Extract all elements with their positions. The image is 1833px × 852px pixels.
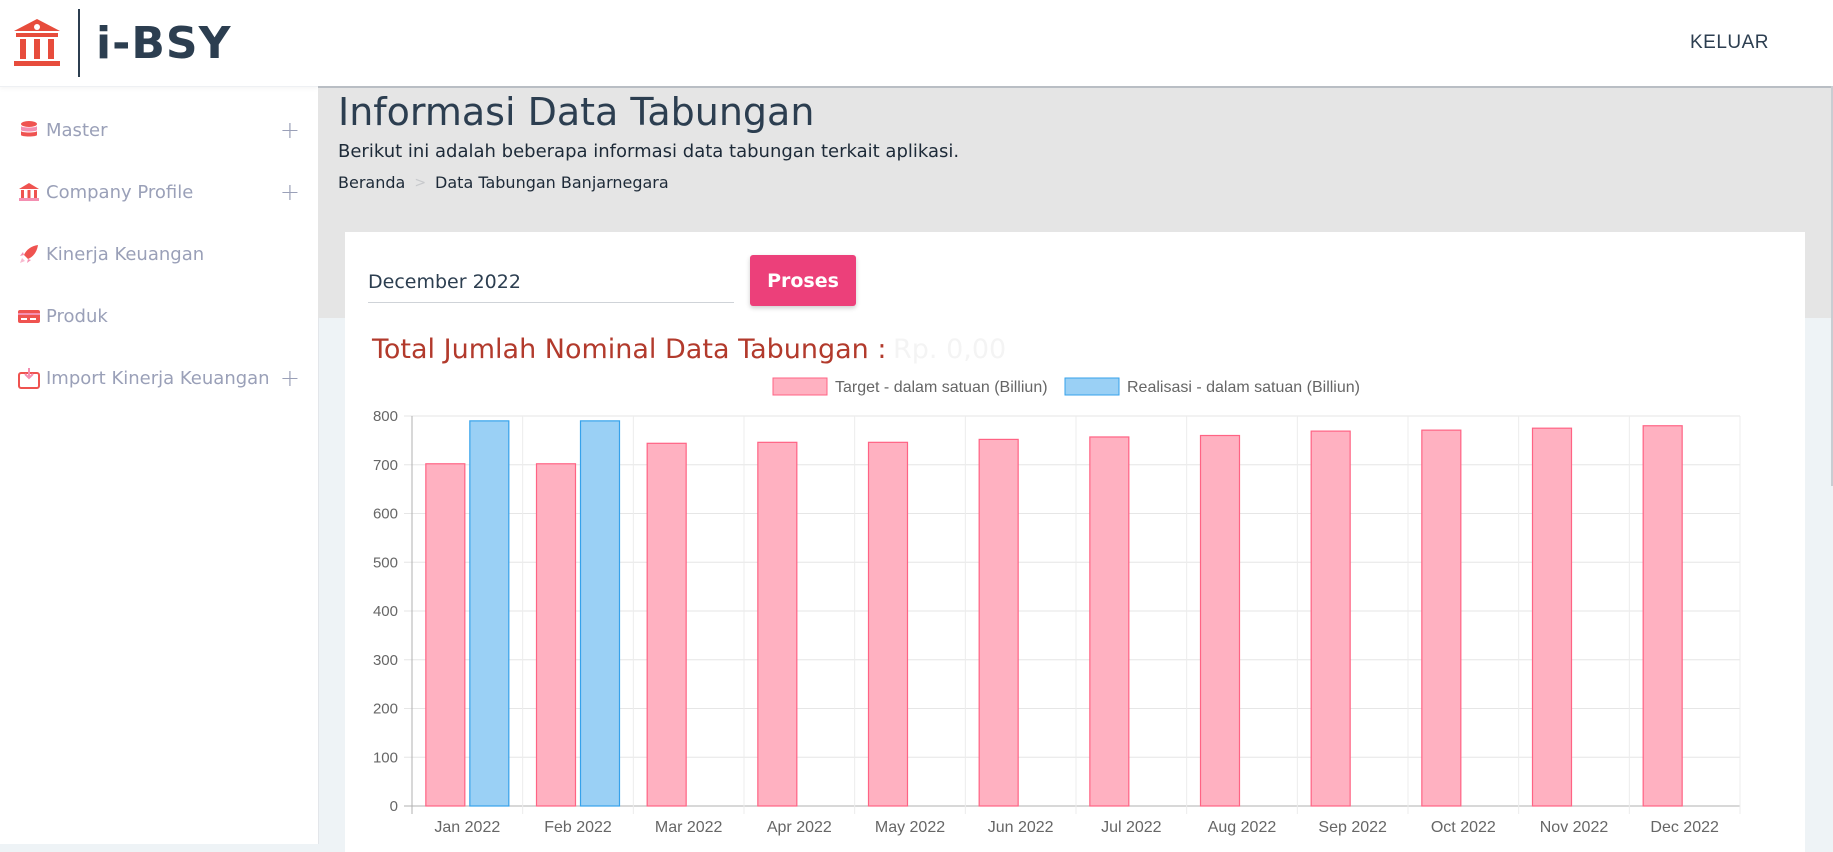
bar-target <box>1531 427 1573 807</box>
y-tick-label: 500 <box>373 554 398 571</box>
bank-icon <box>18 181 40 203</box>
bar-target <box>757 441 798 807</box>
x-tick-label: Oct 2022 <box>1431 819 1496 836</box>
legend-label: Realisasi - dalam satuan (Billiun) <box>1127 379 1360 396</box>
bar-target <box>646 442 687 807</box>
x-tick-label: Aug 2022 <box>1208 819 1277 836</box>
y-tick-label: 100 <box>373 749 398 766</box>
breadcrumb: Beranda > Data Tabungan Banjarnegara <box>338 173 669 192</box>
x-tick-label: Sep 2022 <box>1318 819 1387 836</box>
x-tick-label: Feb 2022 <box>544 819 612 836</box>
y-tick-label: 400 <box>373 603 398 620</box>
card-icon <box>18 305 40 327</box>
bar-target <box>1089 436 1130 807</box>
period-input[interactable] <box>368 262 734 303</box>
sidebar-item-label: Produk <box>46 305 108 327</box>
breadcrumb-separator: > <box>414 174 427 191</box>
bar-target <box>1310 430 1351 807</box>
sidebar-item-master[interactable]: Master + <box>0 99 318 161</box>
brand[interactable]: i-BSY <box>0 0 318 87</box>
bar-realisasi <box>579 420 621 807</box>
total-label: Total Jumlah Nominal Data Tabungan : <box>372 334 887 365</box>
bar-target <box>1421 429 1462 807</box>
x-tick-label: Dec 2022 <box>1650 819 1719 836</box>
proses-button[interactable]: Proses <box>750 255 856 306</box>
y-tick-label: 300 <box>373 652 398 669</box>
sidebar-item-produk[interactable]: Produk <box>0 285 318 347</box>
sidebar: i-BSY Master + Company Profile + Kinerja… <box>0 0 319 844</box>
sidebar-item-label: Master <box>46 119 108 141</box>
x-tick-label: Jan 2022 <box>434 819 500 836</box>
x-tick-label: Nov 2022 <box>1540 819 1609 836</box>
x-tick-label: Apr 2022 <box>767 819 832 836</box>
logout-link[interactable]: KELUAR <box>1690 32 1769 54</box>
bar-target <box>425 463 466 807</box>
sidebar-item-kinerja-keuangan[interactable]: Kinerja Keuangan <box>0 223 318 285</box>
sidebar-item-label: Kinerja Keuangan <box>46 243 205 265</box>
bar-target <box>1199 434 1241 807</box>
brand-name: i-BSY <box>96 17 232 69</box>
x-tick-label: Jun 2022 <box>988 819 1054 836</box>
brand-divider <box>78 9 80 77</box>
expand-icon[interactable]: + <box>280 366 300 390</box>
total-value: Rp. 0,00 <box>893 334 1007 365</box>
y-tick-label: 600 <box>373 506 398 523</box>
legend-swatch <box>772 377 828 396</box>
x-tick-label: Mar 2022 <box>655 819 723 836</box>
bar-target <box>535 463 577 807</box>
topbar: KELUAR <box>318 0 1833 88</box>
expand-icon[interactable]: + <box>280 118 300 142</box>
x-tick-label: Jul 2022 <box>1101 819 1162 836</box>
bar-target <box>867 441 909 807</box>
rocket-icon <box>18 243 40 265</box>
bar-target <box>1642 425 1683 807</box>
legend-label: Target - dalam satuan (Billiun) <box>835 379 1048 396</box>
bar-chart: Target - dalam satuan (Billiun) Realisasi… <box>345 372 1805 844</box>
database-icon <box>18 119 40 141</box>
breadcrumb-home[interactable]: Beranda <box>338 173 405 192</box>
expand-icon[interactable]: + <box>280 180 300 204</box>
breadcrumb-current: Data Tabungan Banjarnegara <box>435 173 669 192</box>
y-tick-label: 0 <box>390 798 398 815</box>
page-subtitle: Berikut ini adalah beberapa informasi da… <box>338 141 960 162</box>
x-tick-label: May 2022 <box>875 819 945 836</box>
sidebar-item-company-profile[interactable]: Company Profile + <box>0 161 318 223</box>
bar-realisasi <box>469 420 510 807</box>
page-title: Informasi Data Tabungan <box>338 90 815 134</box>
sidebar-menu: Master + Company Profile + Kinerja Keuan… <box>0 99 318 409</box>
bank-icon <box>12 17 62 69</box>
sidebar-item-label: Company Profile <box>46 181 194 203</box>
y-tick-label: 200 <box>373 701 398 718</box>
sidebar-item-label: Import Kinerja Keuangan <box>46 367 270 389</box>
chart-svg: Target - dalam satuan (Billiun) Realisasi… <box>373 377 1741 836</box>
y-tick-label: 700 <box>373 457 398 474</box>
bar-target <box>978 438 1019 807</box>
import-icon <box>18 367 40 389</box>
legend-swatch <box>1064 377 1120 396</box>
y-tick-label: 800 <box>373 408 398 425</box>
sidebar-item-import-kinerja-keuangan[interactable]: Import Kinerja Keuangan + <box>0 347 318 409</box>
